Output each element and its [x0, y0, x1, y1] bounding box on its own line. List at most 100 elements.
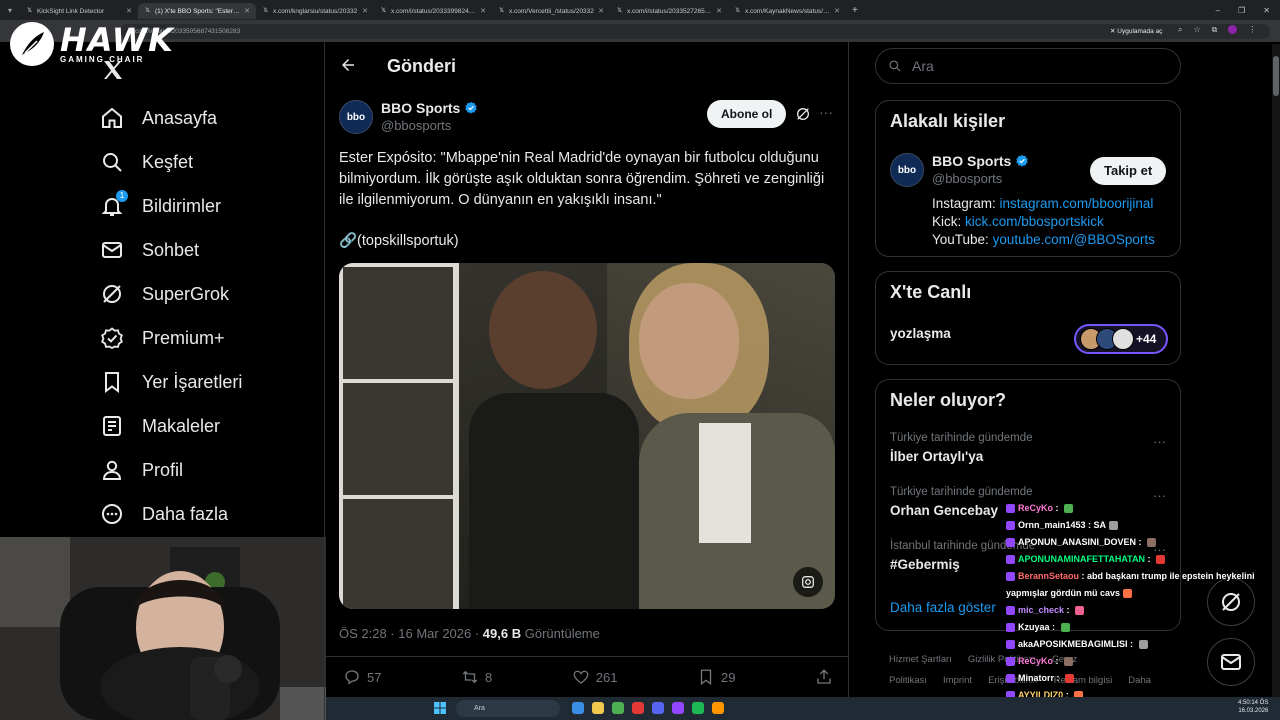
minimize-icon[interactable]: –	[1216, 6, 1220, 15]
streamer-logo: HAWK GAMING CHAIR	[10, 22, 174, 66]
sidebar-item-profile[interactable]: Profil	[100, 448, 242, 492]
chat-username[interactable]: Kzuyaa	[1018, 622, 1050, 632]
browser-tab[interactable]: 𝕏x.com/i/status/2033527265481 ✕	[610, 3, 728, 19]
tab-close-icon[interactable]: ✕	[362, 7, 368, 15]
sidebar-item-article[interactable]: Makaleler	[100, 404, 242, 448]
scrollbar-thumb[interactable]	[1273, 56, 1279, 96]
chat-username[interactable]: Minatorr	[1018, 673, 1054, 683]
zoom-icon[interactable]: ⌕	[1178, 25, 1182, 35]
taskbar-app-icon[interactable]	[612, 702, 624, 714]
chat-username[interactable]: BerannSetaou	[1018, 571, 1079, 581]
search-placeholder: Ara	[912, 58, 934, 74]
author-handle[interactable]: @bbosports	[381, 118, 478, 133]
related-avatar[interactable]: bbo	[890, 153, 924, 187]
chat-badge-icon	[1006, 504, 1015, 514]
browser-tab[interactable]: 𝕏x.com/knglarsiu/status/20332 ✕	[256, 3, 374, 19]
grok-icon[interactable]	[795, 106, 811, 122]
repost-button[interactable]: 8	[461, 668, 492, 686]
sidebar-item-bell[interactable]: 1 Bildirimler	[100, 184, 242, 228]
chat-message: akaAPOSIKMEBAGIMLISI :	[1006, 636, 1261, 653]
sidebar-item-mail[interactable]: Sohbet	[100, 228, 242, 272]
tab-close-icon[interactable]: ✕	[834, 7, 840, 15]
subscribe-button[interactable]: Abone ol	[707, 100, 787, 128]
browser-tab[interactable]: 𝕏x.com/KaynakNews/status/203 ✕	[728, 3, 846, 19]
bookmark-button[interactable]: 29	[697, 668, 735, 686]
chat-separator: :	[1053, 503, 1062, 513]
browser-tab[interactable]: 𝕏x.com/i/status/2033399824842 ✕	[374, 3, 492, 19]
url-field[interactable]: x.com/i/status/2033505687431508283	[120, 24, 1270, 39]
live-space-name[interactable]: yozlaşma	[890, 326, 951, 341]
taskbar-app-icon[interactable]	[712, 702, 724, 714]
post-more-icon[interactable]: ···	[819, 104, 833, 120]
search-input[interactable]: Ara	[875, 48, 1181, 84]
share-button[interactable]	[815, 668, 833, 686]
chat-username[interactable]: mic_check	[1018, 605, 1064, 615]
clock-date: 16.03.2026	[1238, 708, 1269, 714]
post-time[interactable]: ÖS 2:28 · 16 Mar 2026 ·	[339, 626, 483, 641]
taskbar-search[interactable]: Ara	[456, 700, 560, 717]
sidebar-item-grok[interactable]: SuperGrok	[100, 272, 242, 316]
browser-tab[interactable]: 𝕏x.com/Vercettii_/status/20332 ✕	[492, 3, 610, 19]
like-button[interactable]: 261	[572, 668, 617, 686]
profile-avatar[interactable]	[1228, 25, 1238, 34]
trend-more-icon[interactable]: ···	[1153, 434, 1166, 449]
taskbar-app-icon[interactable]	[632, 702, 644, 714]
open-in-app-button[interactable]: ✕ Uygulamada aç	[1110, 27, 1162, 35]
taskbar-app-icon[interactable]	[692, 702, 704, 714]
page-scrollbar[interactable]	[1272, 44, 1280, 720]
new-tab-button[interactable]: +	[846, 5, 864, 16]
tab-search-icon[interactable]: ▾	[0, 0, 20, 20]
chat-username[interactable]: Ornn_main1453	[1018, 520, 1086, 530]
browser-tab[interactable]: 𝕏 (1) X'te BBO Sports: "Ester Exp ✕	[138, 3, 256, 19]
back-arrow-icon[interactable]	[339, 56, 357, 74]
close-window-icon[interactable]: ✕	[1263, 6, 1270, 15]
trend-item[interactable]: Türkiye tarihinde gündemde İlber Ortaylı'…	[890, 432, 1033, 464]
image-grok-icon[interactable]	[793, 567, 823, 597]
taskbar-app-icon[interactable]	[672, 702, 684, 714]
post-author[interactable]: bbo BBO Sports @bbosports	[339, 100, 478, 134]
related-user[interactable]: bbo BBO Sports @bbosports	[890, 153, 1029, 187]
tab-close-icon[interactable]: ✕	[244, 7, 250, 15]
taskbar-app-icon[interactable]	[592, 702, 604, 714]
chat-username[interactable]: APONUNAMINAFETTAHATAN	[1018, 554, 1145, 564]
youtube-link[interactable]: youtube.com/@BBOSports	[993, 232, 1155, 247]
chat-username[interactable]: ReCyKo	[1018, 503, 1053, 513]
star-icon[interactable]: ☆	[1193, 25, 1200, 35]
extensions-icon[interactable]: ⧉	[1212, 25, 1218, 35]
reply-button[interactable]: 57	[343, 668, 381, 686]
footer-link[interactable]: Imprint	[943, 675, 972, 686]
instagram-link[interactable]: instagram.com/bbooriji‌nal	[1000, 196, 1154, 211]
chat-username[interactable]: ReCyKo	[1018, 656, 1053, 666]
live-listeners[interactable]: +44	[1074, 324, 1168, 354]
x-logo-icon[interactable]	[100, 58, 126, 82]
related-handle[interactable]: @bbosports	[932, 171, 1029, 186]
browser-menu-icon[interactable]: ⋮	[1248, 25, 1256, 35]
sidebar-item-premium[interactable]: Premium+	[100, 316, 242, 360]
follow-button[interactable]: Takip et	[1090, 157, 1167, 185]
sidebar-item-label: Keşfet	[142, 151, 194, 172]
taskbar-app-icon[interactable]	[572, 702, 584, 714]
windows-start-icon[interactable]	[434, 702, 446, 714]
chat-separator: :	[1054, 673, 1062, 683]
tab-close-icon[interactable]: ✕	[716, 7, 722, 15]
taskbar-app-icon[interactable]	[652, 702, 664, 714]
author-avatar[interactable]: bbo	[339, 100, 373, 134]
browser-tab[interactable]: 𝕏 KickSight Link Detector ✕	[20, 3, 138, 19]
chat-emote-icon	[1064, 504, 1074, 514]
post-image[interactable]	[339, 263, 835, 609]
kick-link[interactable]: kick.com/bbosportskick	[965, 214, 1104, 229]
sidebar-item-more[interactable]: Daha fazla	[100, 492, 242, 536]
tab-close-icon[interactable]: ✕	[480, 7, 486, 15]
maximize-icon[interactable]: ❐	[1238, 6, 1245, 15]
sidebar-item-home[interactable]: Anasayfa	[100, 96, 242, 140]
author-name[interactable]: BBO Sports	[381, 100, 460, 116]
sidebar-item-bookmark[interactable]: Yer İşaretleri	[100, 360, 242, 404]
tab-close-icon[interactable]: ✕	[126, 7, 132, 15]
chat-username[interactable]: akaAPOSIKMEBAGIMLISI	[1018, 639, 1128, 649]
tab-close-icon[interactable]: ✕	[598, 7, 604, 15]
related-name[interactable]: BBO Sports	[932, 153, 1011, 169]
chat-username[interactable]: APONUN_ANASINI_DOVEN	[1018, 537, 1136, 547]
footer-link[interactable]: Hizmet Şartları	[889, 654, 952, 665]
show-more-link[interactable]: Daha fazla göster	[890, 600, 996, 615]
sidebar-item-search[interactable]: Keşfet	[100, 140, 242, 184]
